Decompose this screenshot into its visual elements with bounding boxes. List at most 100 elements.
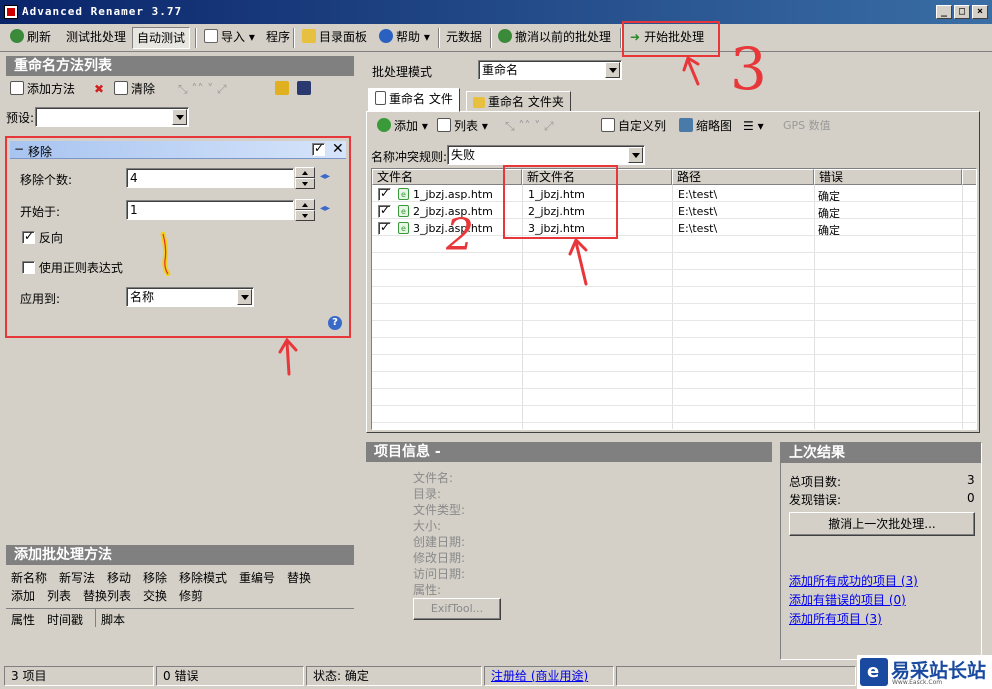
columns-icon	[601, 118, 615, 132]
add-files-button[interactable]: 添加 ▾	[373, 116, 432, 138]
column-header-error[interactable]: 错误	[814, 169, 962, 185]
metadata-button[interactable]: 元数据	[442, 27, 486, 49]
last-result-panel: 上次结果 总项目数: 3 发现错误: 0 撤消上一次批处理... 添加所有成功的…	[780, 442, 982, 660]
gps-values-button: GPS 数值	[783, 119, 831, 132]
cell-path: E:\test\	[678, 188, 718, 201]
status-empty	[616, 666, 856, 686]
help-button[interactable]: 帮助 ▾	[375, 27, 434, 49]
batch-method-script[interactable]: 脚本	[101, 611, 125, 628]
conflict-rule-combo[interactable]: 失败	[447, 145, 645, 165]
import-button[interactable]: 导入 ▾	[200, 27, 259, 49]
batch-method-trim[interactable]: 修剪	[179, 587, 203, 604]
cell-path: E:\test\	[678, 222, 718, 235]
column-header-path[interactable]: 路径	[672, 169, 814, 185]
delete-icon[interactable]: ✖	[90, 79, 108, 101]
batch-method-replace-list[interactable]: 替换列表	[83, 587, 131, 604]
disk-icon[interactable]	[293, 79, 318, 101]
clear-icon	[114, 81, 128, 95]
info-modified-label: 修改日期:	[413, 551, 466, 565]
last-result-header: 上次结果	[781, 443, 981, 463]
batch-method-remove-pattern[interactable]: 移除模式	[179, 569, 227, 586]
batch-methods-row3: 属性 时间戳 脚本	[11, 609, 351, 629]
batch-method-timestamp[interactable]: 时间戳	[47, 611, 83, 628]
batch-method-renumber[interactable]: 重编号	[239, 569, 275, 586]
info-accessed-label: 访问日期:	[413, 567, 466, 581]
add-all-items-link[interactable]: 添加所有项目 (3)	[789, 610, 882, 627]
batch-method-new-name[interactable]: 新名称	[11, 569, 47, 586]
cell-filename: 1_jbzj.asp.htm	[413, 188, 493, 201]
register-link[interactable]: 注册给 (商业用途)	[491, 669, 588, 683]
annotation-arrow	[278, 337, 298, 376]
batch-method-list[interactable]: 列表	[47, 587, 71, 604]
undo-last-batch-button[interactable]: 撤消上一次批处理...	[789, 512, 975, 536]
table-row[interactable]: e 1_jbzj.asp.htm 1_jbzj.htm E:\test\ 确定	[372, 186, 976, 203]
batch-method-move[interactable]: 移动	[107, 569, 131, 586]
add-method-button[interactable]: 添加方法	[6, 79, 79, 101]
program-button[interactable]: 程序	[262, 27, 294, 49]
tab-rename-files[interactable]: 重命名 文件	[368, 88, 460, 112]
methods-toolbar: 添加方法 ✖ 清除 ⤡ ˄˄ ˅ ⤢	[6, 79, 354, 101]
row-checkbox[interactable]	[378, 220, 391, 235]
preset-combo[interactable]	[35, 107, 189, 127]
row-checkbox[interactable]	[378, 186, 391, 201]
app-icon	[4, 5, 18, 19]
batch-method-replace[interactable]: 替换	[287, 569, 311, 586]
image-icon	[679, 118, 693, 132]
thumbnail-button[interactable]: 缩略图	[675, 116, 736, 138]
info-size-label: 大小:	[413, 519, 442, 533]
plus-circle-icon	[377, 118, 391, 132]
annotation-number-2: 2	[446, 210, 474, 261]
tab-rename-folders[interactable]: 重命名 文件夹	[466, 91, 571, 113]
test-batch-button[interactable]: 测试批处理	[62, 27, 130, 49]
minimize-button[interactable]: _	[936, 5, 952, 19]
batch-method-add[interactable]: 添加	[11, 587, 35, 604]
cell-path: E:\test\	[678, 205, 718, 218]
move-disabled-icons: ⤡ ˄˄ ˅ ⤢	[178, 82, 227, 96]
files-tab-panel: 添加 ▾ 列表 ▾ ⤡ ˄˄ ˅ ⤢ 自定义列 缩略图 ☰ ▾ GPS 数值 名…	[366, 111, 980, 433]
toolbar-separator	[438, 28, 440, 48]
row-checkbox[interactable]	[378, 203, 391, 218]
status-register[interactable]: 注册给 (商业用途)	[484, 666, 614, 686]
batch-method-remove[interactable]: 移除	[143, 569, 167, 586]
column-header-filename[interactable]: 文件名	[372, 169, 522, 185]
toolbar-separator	[293, 28, 295, 48]
cell-error: 确定	[818, 207, 840, 220]
clear-button[interactable]: 清除	[110, 79, 159, 101]
refresh-icon	[10, 29, 24, 43]
add-icon	[10, 81, 24, 95]
total-items-value: 3	[967, 473, 975, 487]
auto-test-button[interactable]: 自动测试	[132, 27, 191, 49]
dir-panel-button[interactable]: 目录面板	[298, 27, 371, 49]
status-state: 状态: 确定	[306, 666, 482, 686]
chevron-down-icon	[172, 109, 187, 125]
file-icon: e	[398, 205, 409, 217]
maximize-button[interactable]: □	[954, 5, 970, 19]
list-button[interactable]: 列表 ▾	[433, 116, 492, 138]
add-error-items-link[interactable]: 添加有错误的项目 (0)	[789, 591, 906, 608]
move-disabled-icons: ⤡ ˄˄ ˅ ⤢	[505, 119, 554, 133]
item-info-header: 项目信息 -	[366, 442, 772, 462]
refresh-button[interactable]: 刷新	[6, 27, 55, 49]
batch-method-new-case[interactable]: 新写法	[59, 569, 95, 586]
main-toolbar: 刷新 测试批处理 自动测试 导入 ▾ 程序 目录面板 帮助 ▾ 元数据 撤消以前…	[0, 24, 992, 52]
batch-method-attributes[interactable]: 属性	[11, 611, 35, 628]
info-directory-label: 目录:	[413, 487, 442, 501]
add-successful-items-link[interactable]: 添加所有成功的项目 (3)	[789, 572, 918, 589]
batch-method-swap[interactable]: 交换	[143, 587, 167, 604]
batch-mode-combo[interactable]: 重命名	[478, 60, 622, 80]
chevron-down-icon	[605, 62, 620, 78]
batch-mode-label: 批处理模式	[372, 65, 433, 79]
undo-previous-button[interactable]: 撤消以前的批处理	[494, 27, 615, 49]
view-menu-button[interactable]: ☰ ▾	[739, 116, 768, 138]
folder-icon	[473, 97, 485, 108]
file-list[interactable]: 文件名 新文件名 路径 错误 e 1_jbzj.asp.htm 1_jbzj.h…	[371, 168, 977, 430]
annotation-box-method	[5, 136, 351, 338]
chevron-down-icon	[628, 147, 643, 163]
status-items: 3 项目	[4, 666, 154, 686]
preset-label: 预设:	[6, 111, 35, 125]
info-filename-label: 文件名:	[413, 471, 454, 485]
custom-columns-button[interactable]: 自定义列	[597, 116, 670, 138]
close-button[interactable]: ×	[972, 5, 988, 19]
watermark-sub: Www.Easck.Com	[892, 679, 943, 686]
toolbar-separator	[195, 28, 197, 48]
